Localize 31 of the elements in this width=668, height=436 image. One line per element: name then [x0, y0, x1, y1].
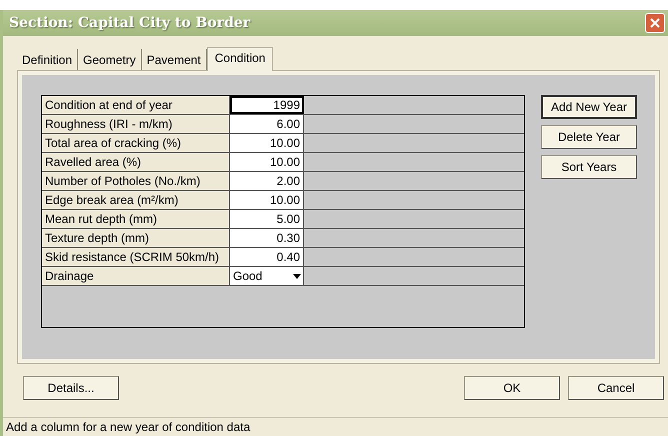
row-label: Roughness (IRI - m/km): [42, 115, 230, 133]
value-cell[interactable]: 10.00: [230, 191, 304, 209]
details-button[interactable]: Details...: [23, 376, 119, 400]
value-cell[interactable]: 5.00: [230, 210, 304, 228]
row-label: Drainage: [42, 267, 230, 285]
window-title: Section: Capital City to Border: [9, 15, 250, 31]
side-button[interactable]: Sort Years: [541, 155, 637, 179]
row-label: Number of Potholes (No./km): [42, 172, 230, 190]
value-cell[interactable]: 10.00: [230, 153, 304, 171]
side-button[interactable]: Add New Year: [541, 95, 637, 119]
dropdown-cell[interactable]: Good: [230, 267, 304, 285]
row-label: Condition at end of year: [42, 96, 230, 114]
tab[interactable]: Condition: [206, 47, 274, 71]
value-cell[interactable]: 6.00: [230, 115, 304, 133]
value-cell[interactable]: 1999: [230, 96, 304, 114]
row-label: Edge break area (m²/km): [42, 191, 230, 209]
status-text: Add a column for a new year of condition data: [3, 417, 668, 436]
row-label: Ravelled area (%): [42, 153, 230, 171]
value-cell[interactable]: 0.30: [230, 229, 304, 247]
close-icon[interactable]: [645, 13, 665, 33]
dropdown-arrow-icon: [293, 274, 301, 278]
row-label: Total area of cracking (%): [42, 134, 230, 152]
side-button[interactable]: Delete Year: [541, 125, 637, 149]
row-label: Texture depth (mm): [42, 229, 230, 247]
value-cell[interactable]: 0.40: [230, 248, 304, 266]
value-cell[interactable]: 2.00: [230, 172, 304, 190]
value-cell[interactable]: 10.00: [230, 134, 304, 152]
row-label: Mean rut depth (mm): [42, 210, 230, 228]
dialog-button[interactable]: OK: [464, 376, 560, 400]
dialog-button[interactable]: Cancel: [568, 376, 664, 400]
row-label: Skid resistance (SCRIM 50km/h): [42, 248, 230, 266]
